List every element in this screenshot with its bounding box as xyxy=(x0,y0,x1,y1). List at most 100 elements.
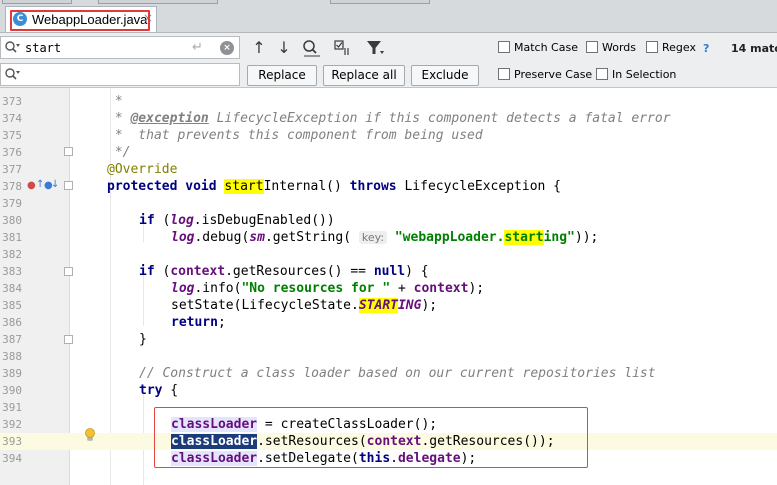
override-marker-icon[interactable]: ● xyxy=(27,180,36,191)
code-line[interactable]: 381 log.debug(sm.getString( key: "webapp… xyxy=(0,229,777,246)
words-option[interactable]: Words xyxy=(586,41,636,54)
next-occurrence-icon[interactable]: ↓ xyxy=(273,38,295,58)
fold-icon[interactable] xyxy=(64,181,73,190)
filter-search-results-icon[interactable] xyxy=(364,38,386,58)
clear-search-icon[interactable]: × xyxy=(220,41,234,55)
close-tab-icon[interactable]: × xyxy=(143,11,153,25)
code-line[interactable]: 374 * @exception LifecycleException if t… xyxy=(0,110,777,127)
line-number: 374 xyxy=(2,112,22,125)
code-line[interactable]: 377 @Override xyxy=(0,161,777,178)
code-line[interactable]: 394 classLoader.setDelegate(this.delegat… xyxy=(0,450,777,467)
tab-label: WebappLoader.java xyxy=(32,12,148,27)
regex-help-icon[interactable]: ? xyxy=(703,42,709,55)
regex-checkbox[interactable] xyxy=(646,41,658,53)
code-text: * @exception LifecycleException if this … xyxy=(107,111,671,126)
annotation-text: @Override xyxy=(107,162,178,177)
search-history-icon[interactable] xyxy=(4,40,20,56)
javadoc-tag: @exception xyxy=(130,111,209,126)
match-case-label: Match Case xyxy=(514,41,578,54)
code-line[interactable]: 383 if (context.getResources() == null) … xyxy=(0,263,777,280)
current-code-line[interactable]: 393 classLoader.setResources(context.get… xyxy=(0,433,777,450)
code-rest: .getResources()); xyxy=(421,434,555,449)
code-rest: ); xyxy=(460,451,477,466)
search-field[interactable]: ↵ × xyxy=(0,36,240,59)
code-line[interactable]: 390 try { xyxy=(0,382,777,399)
preserve-case-checkbox[interactable] xyxy=(498,68,510,80)
fold-icon[interactable] xyxy=(64,335,73,344)
scrolled-tab[interactable] xyxy=(98,0,218,4)
code-line[interactable]: 384 log.info("No resources for " + conte… xyxy=(0,280,777,297)
fold-icon[interactable] xyxy=(64,147,73,156)
line-number: 384 xyxy=(2,282,22,295)
find-replace-bar: ↵ × ↑ ↓ Replace Replace all Exclude Matc… xyxy=(0,33,777,88)
keyword: if xyxy=(139,213,155,228)
code-text: if (context.getResources() == null) { xyxy=(139,263,429,280)
replace-history-icon[interactable] xyxy=(4,67,20,83)
select-all-occurrences-icon[interactable] xyxy=(332,38,354,58)
regex-option[interactable]: Regex xyxy=(646,41,696,54)
method-name: Internal() xyxy=(263,179,342,194)
code-line[interactable]: 391 xyxy=(0,399,777,416)
in-selection-label: In Selection xyxy=(612,68,677,81)
code-editor[interactable]: 373 * 374 * @exception LifecycleExceptio… xyxy=(0,88,777,485)
find-all-occurrences-icon[interactable] xyxy=(300,38,322,58)
code-rest: .isDebugEnabled()) xyxy=(193,213,335,228)
code-rest: LifecycleException { xyxy=(404,179,562,194)
code-line[interactable]: 388 xyxy=(0,348,777,365)
replace-input[interactable] xyxy=(25,66,185,83)
field: sm xyxy=(249,230,265,245)
code-line[interactable]: 373 * xyxy=(0,93,777,110)
line-number: 393 xyxy=(2,435,22,448)
preserve-case-option[interactable]: Preserve Case xyxy=(498,68,592,81)
tab-webapploader-java[interactable]: C WebappLoader.java × xyxy=(5,6,157,32)
match-case-checkbox[interactable] xyxy=(498,41,510,53)
code-text: classLoader.setDelegate(this.delegate); xyxy=(171,450,476,467)
code-rest: setState(LifecycleState. xyxy=(171,298,359,313)
fold-icon[interactable] xyxy=(64,267,73,276)
words-checkbox[interactable] xyxy=(586,41,598,53)
lightbulb-icon[interactable] xyxy=(84,428,96,442)
line-number: 389 xyxy=(2,367,22,380)
code-text: } xyxy=(139,332,147,347)
line-number: 373 xyxy=(2,95,22,108)
replace-field[interactable] xyxy=(0,63,240,86)
field: classLoader xyxy=(171,417,258,432)
replace-button[interactable]: Replace xyxy=(247,65,317,86)
code-line[interactable]: 385 setState(LifecycleState.STARTING); xyxy=(0,297,777,314)
code-rest: . xyxy=(390,451,398,466)
line-number: 379 xyxy=(2,197,22,210)
code-text: log.debug(sm.getString( key: "webappLoad… xyxy=(171,229,598,246)
scrolled-tab[interactable] xyxy=(2,0,72,4)
code-line[interactable]: 382 xyxy=(0,246,777,263)
keyword: null xyxy=(373,264,406,279)
field: classLoader xyxy=(171,451,258,466)
field: context xyxy=(413,281,469,296)
line-number: 376 xyxy=(2,146,22,159)
selected-text: classLoader xyxy=(171,434,258,449)
code-line[interactable]: 389 // Construct a class loader based on… xyxy=(0,365,777,382)
search-match: start xyxy=(504,230,544,245)
search-input[interactable] xyxy=(25,39,185,56)
code-line[interactable]: 386 return; xyxy=(0,314,777,331)
editor-tab-strip: C WebappLoader.java × xyxy=(0,0,777,33)
code-line[interactable]: 392 classLoader = createClassLoader(); xyxy=(0,416,777,433)
replace-all-button[interactable]: Replace all xyxy=(323,65,405,86)
scrolled-tab[interactable] xyxy=(330,0,430,4)
line-number: 391 xyxy=(2,401,22,414)
keyword: protected xyxy=(107,179,178,194)
exclude-button[interactable]: Exclude xyxy=(411,65,479,86)
code-line[interactable]: 376 */ xyxy=(0,144,777,161)
field: log xyxy=(171,281,195,296)
in-selection-option[interactable]: In Selection xyxy=(596,68,676,81)
code-line[interactable]: 380 if (log.isDebugEnabled()) xyxy=(0,212,777,229)
code-line[interactable]: 387 } xyxy=(0,331,777,348)
previous-occurrence-icon[interactable]: ↑ xyxy=(248,38,270,58)
code-line[interactable]: 378 ● ↑ ● ↓ protected void startInternal… xyxy=(0,178,777,195)
overridden-down-icon[interactable]: ↓ xyxy=(51,179,59,190)
code-rest: ); xyxy=(421,298,438,313)
match-case-option[interactable]: Match Case xyxy=(498,41,578,54)
code-line[interactable]: 379 xyxy=(0,195,777,212)
enter-icon: ↵ xyxy=(192,40,203,55)
in-selection-checkbox[interactable] xyxy=(596,68,608,80)
code-line[interactable]: 375 * that prevents this component from … xyxy=(0,127,777,144)
